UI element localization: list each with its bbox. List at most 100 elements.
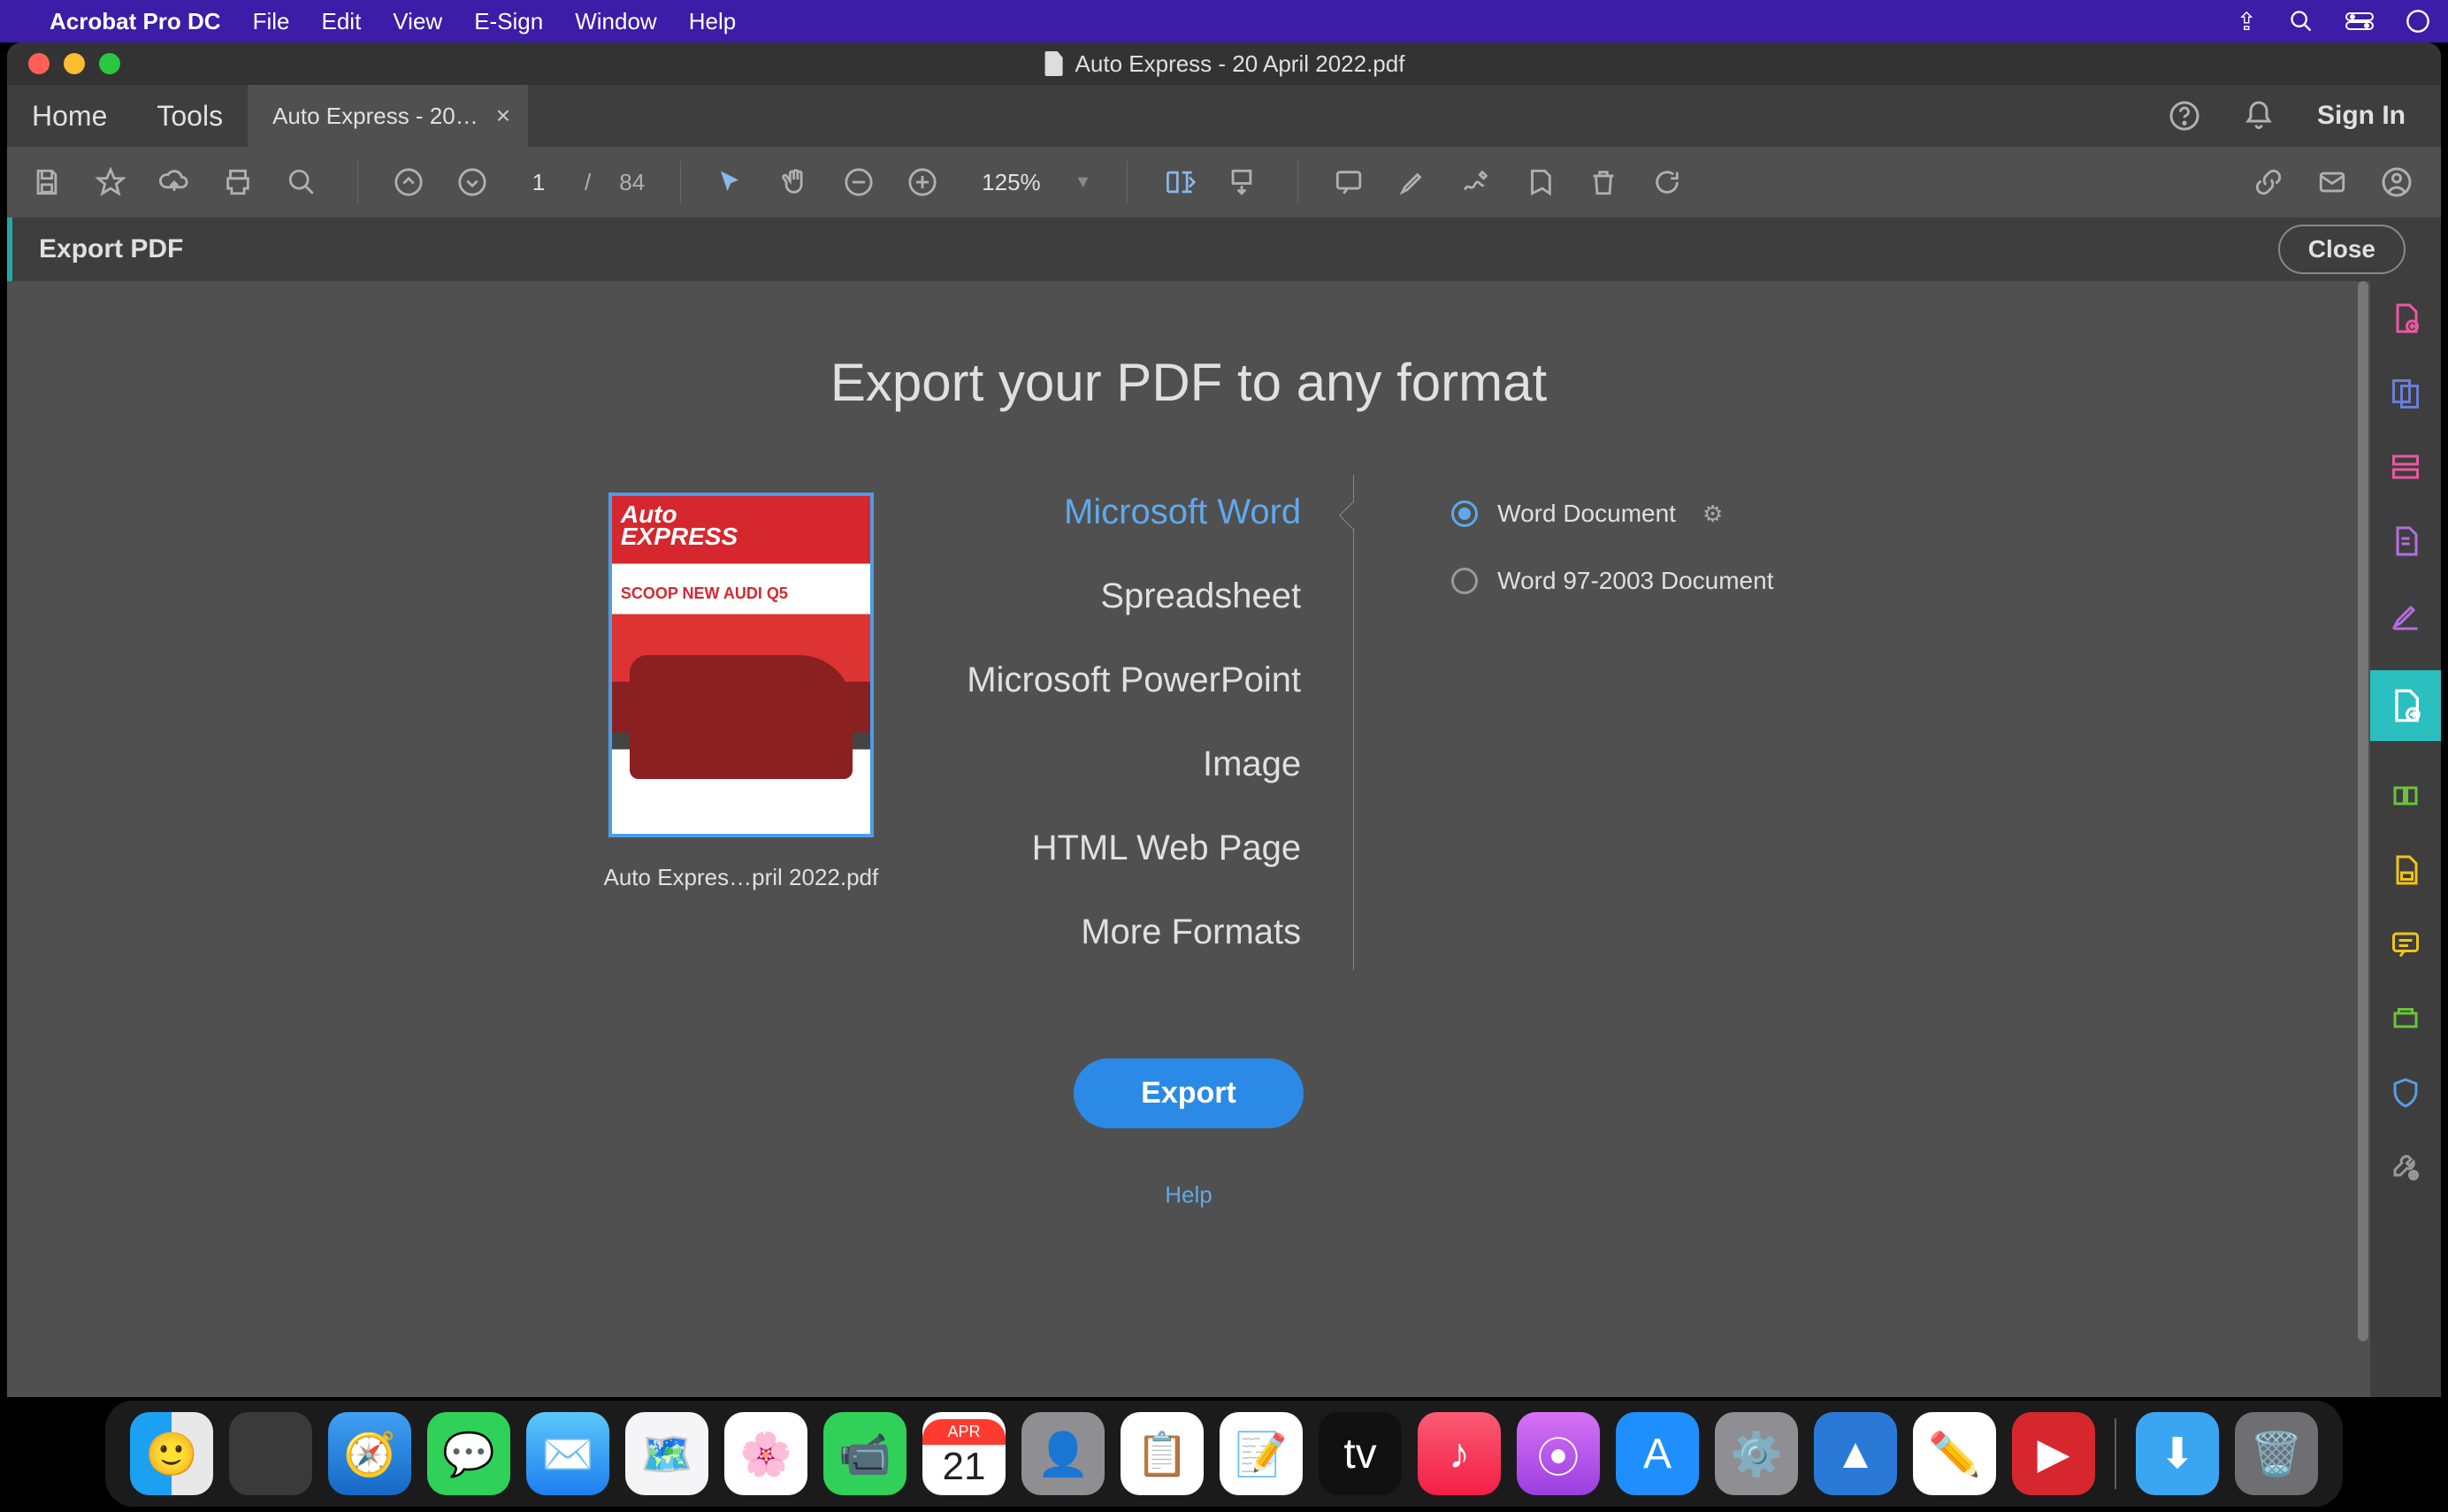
page-down-icon[interactable] xyxy=(457,167,493,197)
dock-downloads-icon[interactable]: ⬇ xyxy=(2136,1412,2219,1495)
siri-icon[interactable] xyxy=(2406,9,2430,34)
dock-app-icon[interactable]: ▲ xyxy=(1814,1412,1897,1495)
nav-tools[interactable]: Tools xyxy=(132,85,248,147)
menu-help[interactable]: Help xyxy=(689,8,736,35)
print-icon[interactable] xyxy=(223,167,258,197)
help-link[interactable]: Help xyxy=(1165,1181,1212,1209)
fit-width-icon[interactable] xyxy=(1163,167,1198,197)
sign-icon[interactable] xyxy=(1461,167,1496,197)
option-word-document[interactable]: Word Document ⚙ xyxy=(1451,500,1773,528)
highlight-icon[interactable] xyxy=(1397,167,1433,197)
dock-trash-icon[interactable]: 🗑️ xyxy=(2235,1412,2318,1495)
window-minimize-button[interactable] xyxy=(64,53,85,74)
scroll-icon[interactable] xyxy=(1227,167,1262,197)
format-more[interactable]: More Formats xyxy=(1081,913,1301,952)
rotate-icon[interactable] xyxy=(1652,167,1687,197)
dock-facetime-icon[interactable]: 📹 xyxy=(823,1412,907,1495)
radio-unselected-icon[interactable] xyxy=(1451,568,1478,594)
options-column: Word Document ⚙ Word 97-2003 Document xyxy=(1442,493,1773,595)
account-icon[interactable] xyxy=(2381,166,2416,198)
rail-edit-icon[interactable] xyxy=(2386,447,2425,486)
format-image[interactable]: Image xyxy=(1203,745,1301,784)
control-center-icon[interactable] xyxy=(2345,12,2374,30)
delete-icon[interactable] xyxy=(1588,167,1624,197)
rail-send-comments-icon[interactable] xyxy=(2386,851,2425,890)
signin-button[interactable]: Sign In xyxy=(2317,101,2406,131)
dock-safari-icon[interactable]: 🧭 xyxy=(328,1412,411,1495)
window-close-button[interactable] xyxy=(28,53,50,74)
document-thumbnail[interactable]: AutoEXPRESS SCOOP NEW AUDI Q5 xyxy=(608,493,874,837)
dock-textedit-icon[interactable]: ✏️ xyxy=(1913,1412,1996,1495)
search-icon[interactable] xyxy=(287,167,322,197)
notifications-icon[interactable] xyxy=(2243,100,2275,132)
scrollbar-thumb[interactable] xyxy=(2358,281,2368,1341)
dock-tv-icon[interactable]: tv xyxy=(1319,1412,1402,1495)
tab-label: Auto Express - 20… xyxy=(272,103,478,130)
dock-settings-icon[interactable]: ⚙️ xyxy=(1715,1412,1798,1495)
zoom-in-icon[interactable] xyxy=(907,167,943,197)
dock-messages-icon[interactable]: 💬 xyxy=(427,1412,510,1495)
dock-podcasts-icon[interactable]: ⦿ xyxy=(1517,1412,1600,1495)
format-html[interactable]: HTML Web Page xyxy=(1032,829,1302,868)
dock-contacts-icon[interactable]: 👤 xyxy=(1021,1412,1105,1495)
zoom-out-icon[interactable] xyxy=(844,167,879,197)
menu-edit[interactable]: Edit xyxy=(321,8,361,35)
airdrop-icon[interactable]: ⇪ xyxy=(2237,7,2257,36)
rail-more-tools-icon[interactable] xyxy=(2386,1148,2425,1187)
rail-scan-icon[interactable] xyxy=(2386,999,2425,1038)
comment-icon[interactable] xyxy=(1334,167,1369,197)
menu-window[interactable]: Window xyxy=(575,8,656,35)
rail-export-pdf-icon[interactable] xyxy=(2370,670,2441,741)
star-icon[interactable] xyxy=(96,167,131,197)
menu-esign[interactable]: E-Sign xyxy=(474,8,543,35)
tab-close-icon[interactable]: × xyxy=(496,102,510,130)
page-up-icon[interactable] xyxy=(394,167,429,197)
traffic-lights xyxy=(7,53,120,74)
menu-file[interactable]: File xyxy=(253,8,290,35)
spotlight-icon[interactable] xyxy=(2289,9,2314,34)
pointer-icon[interactable] xyxy=(716,167,752,197)
window-maximize-button[interactable] xyxy=(99,53,120,74)
nav-home[interactable]: Home xyxy=(7,85,132,147)
hand-icon[interactable] xyxy=(780,167,815,197)
panel-close-button[interactable]: Close xyxy=(2278,225,2406,274)
stamp-icon[interactable] xyxy=(1525,167,1560,197)
zoom-value[interactable]: 125% xyxy=(982,169,1041,196)
dock-appstore-icon[interactable]: A xyxy=(1616,1412,1699,1495)
dock-notes-icon[interactable]: 📝 xyxy=(1220,1412,1303,1495)
rail-comment-icon[interactable] xyxy=(2386,925,2425,964)
rail-protect-icon[interactable] xyxy=(2386,1073,2425,1112)
dock-acrobat-icon[interactable]: ▶ xyxy=(2012,1412,2095,1495)
dock-mail-icon[interactable]: ✉️ xyxy=(526,1412,609,1495)
rail-request-sign-icon[interactable] xyxy=(2386,522,2425,561)
dock-photos-icon[interactable]: 🌸 xyxy=(724,1412,807,1495)
dock-reminders-icon[interactable]: 📋 xyxy=(1121,1412,1204,1495)
format-word[interactable]: Microsoft Word xyxy=(1064,493,1301,532)
format-spreadsheet[interactable]: Spreadsheet xyxy=(1100,577,1301,616)
dock-launchpad-icon[interactable] xyxy=(229,1412,312,1495)
document-tab[interactable]: Auto Express - 20… × xyxy=(248,85,528,147)
dock-maps-icon[interactable]: 🗺️ xyxy=(625,1412,708,1495)
link-icon[interactable] xyxy=(2253,167,2289,197)
page-number-input[interactable] xyxy=(521,169,556,196)
save-icon[interactable] xyxy=(32,167,67,197)
menu-view[interactable]: View xyxy=(393,8,442,35)
option-word-97[interactable]: Word 97-2003 Document xyxy=(1451,567,1773,595)
cloud-upload-icon[interactable] xyxy=(159,167,195,197)
email-icon[interactable] xyxy=(2317,167,2352,197)
scrollbar[interactable] xyxy=(2356,281,2370,1397)
help-icon[interactable] xyxy=(2169,100,2200,132)
zoom-dropdown-icon[interactable]: ▼ xyxy=(1075,172,1092,193)
rail-combine-icon[interactable] xyxy=(2386,373,2425,412)
radio-selected-icon[interactable] xyxy=(1451,500,1478,527)
rail-fill-sign-icon[interactable] xyxy=(2386,596,2425,635)
gear-icon[interactable]: ⚙ xyxy=(1702,500,1723,528)
rail-create-pdf-icon[interactable] xyxy=(2386,299,2425,338)
format-powerpoint[interactable]: Microsoft PowerPoint xyxy=(967,661,1301,700)
app-name[interactable]: Acrobat Pro DC xyxy=(50,8,221,35)
export-button[interactable]: Export xyxy=(1074,1058,1304,1128)
dock-finder-icon[interactable]: 🙂 xyxy=(130,1412,213,1495)
dock-music-icon[interactable]: ♪ xyxy=(1418,1412,1501,1495)
dock-calendar-icon[interactable]: APR21 xyxy=(922,1412,1006,1495)
rail-organize-icon[interactable] xyxy=(2386,776,2425,815)
